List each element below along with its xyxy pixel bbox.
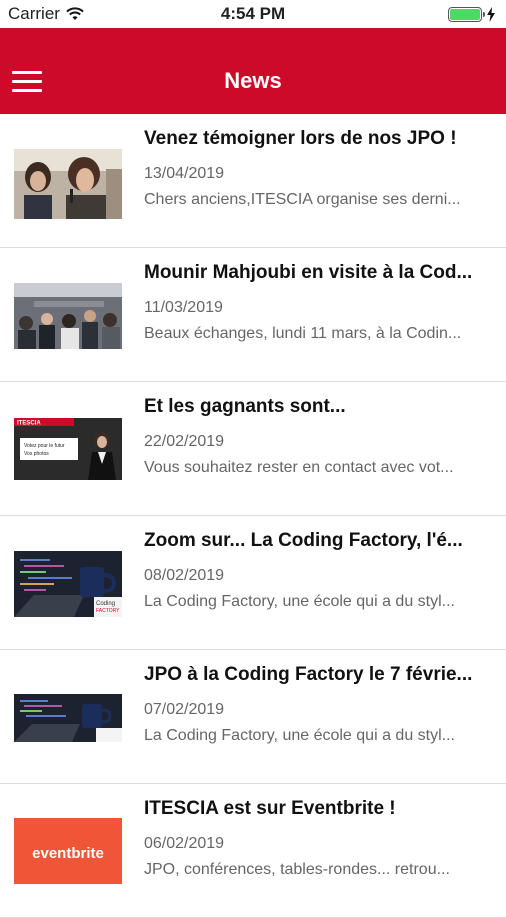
news-thumbnail-jpo-coding-factory (14, 694, 122, 742)
news-title: Zoom sur... La Coding Factory, l'é... (144, 530, 463, 551)
news-title: Venez témoigner lors de nos JPO ! (144, 128, 457, 149)
thumb-brand-text: Coding (96, 601, 115, 607)
eventbrite-logo-text: eventbrite (32, 845, 104, 862)
news-title: Et les gagnants sont... (144, 396, 346, 417)
news-date: 11/03/2019 (144, 299, 223, 316)
thumb-line2-text: Vos photos (24, 451, 49, 457)
news-item[interactable]: Coding FACTORY Zoom sur... La Coding Fac… (0, 516, 506, 650)
news-excerpt: Vous souhaitez rester en contact avec vo… (144, 459, 454, 476)
news-thumbnail-jpo (14, 149, 122, 219)
news-date: 06/02/2019 (144, 835, 225, 852)
news-item[interactable]: Mounir Mahjoubi en visite à la Cod... 11… (0, 248, 506, 382)
status-time: 4:54 PM (220, 4, 286, 23)
news-item[interactable]: ITESCIA Votez pour le futur Vos photos E… (0, 382, 506, 516)
news-title: Mounir Mahjoubi en visite à la Cod... (144, 262, 473, 283)
news-excerpt: Chers anciens,ITESCIA organise ses derni… (144, 191, 461, 208)
news-thumbnail-visit (14, 283, 122, 349)
news-date: 22/02/2019 (144, 433, 225, 450)
battery-icon (448, 6, 485, 22)
news-excerpt: Beaux échanges, lundi 11 mars, à la Codi… (144, 325, 462, 342)
news-date: 08/02/2019 (144, 567, 225, 584)
navigation-bar: News (0, 28, 506, 114)
status-bar: Carrier 4:54 PM (0, 0, 506, 28)
news-title: JPO à la Coding Factory le 7 févrie... (144, 664, 473, 685)
page-title: News (224, 68, 282, 93)
eventbrite-logo: eventbrite (14, 818, 122, 884)
news-date: 13/04/2019 (144, 165, 225, 182)
news-excerpt: JPO, conférences, tables-rondes... retro… (144, 861, 450, 878)
thumb-brand2-text: FACTORY (96, 608, 120, 614)
news-thumbnail-coding-factory: Coding FACTORY (14, 551, 122, 617)
news-thumbnail-winners: ITESCIA Votez pour le futur Vos photos (14, 418, 122, 480)
news-title: ITESCIA est sur Eventbrite ! (144, 798, 396, 819)
thumb-tag-text: ITESCIA (17, 421, 41, 427)
news-excerpt: La Coding Factory, une école qui a du st… (144, 593, 455, 610)
news-item[interactable]: JPO à la Coding Factory le 7 févrie... 0… (0, 650, 506, 784)
news-date: 07/02/2019 (144, 701, 225, 718)
news-item[interactable]: eventbrite ITESCIA est sur Eventbrite ! … (0, 784, 506, 918)
news-list: Venez témoigner lors de nos JPO ! 13/04/… (0, 114, 506, 918)
thumb-line1-text: Votez pour le futur (24, 443, 65, 449)
news-item[interactable]: Venez témoigner lors de nos JPO ! 13/04/… (0, 114, 506, 248)
news-excerpt: La Coding Factory, une école qui a du st… (144, 727, 455, 744)
